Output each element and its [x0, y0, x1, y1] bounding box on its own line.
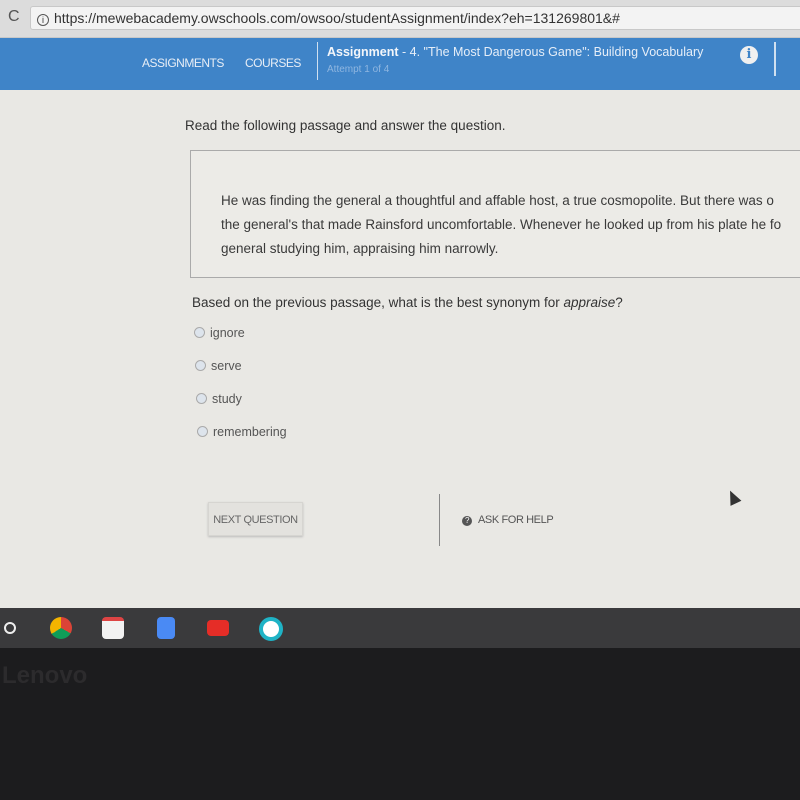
- radio-button[interactable]: [195, 360, 206, 371]
- divider: [439, 494, 440, 546]
- help-icon: ?: [462, 516, 472, 526]
- top-nav: ASSIGNMENTS COURSES Assignment - 4. "The…: [0, 38, 800, 90]
- nav-assignments[interactable]: ASSIGNMENTS: [142, 56, 224, 70]
- option-ignore[interactable]: ignore: [194, 326, 245, 340]
- question-word: appraise: [563, 295, 616, 310]
- mouse-cursor-icon: [724, 488, 742, 506]
- lenovo-logo: Lenovo: [2, 662, 88, 689]
- browser-toolbar: C i https://mewebacademy.owschools.com/ow…: [0, 0, 800, 38]
- gmail-icon[interactable]: [102, 617, 124, 639]
- docs-icon[interactable]: [157, 617, 175, 639]
- option-label: remembering: [213, 425, 287, 439]
- address-bar[interactable]: i https://mewebacademy.owschools.com/owso…: [30, 6, 800, 30]
- attempt-count: Attempt 1 of 4: [327, 64, 390, 75]
- taskbar: [0, 608, 800, 648]
- question-prefix: Based on the previous passage, what is t…: [192, 295, 564, 310]
- option-serve[interactable]: serve: [195, 359, 242, 373]
- radio-button[interactable]: [197, 426, 208, 437]
- play-store-icon[interactable]: [259, 617, 283, 641]
- assignment-label: Assignment: [327, 45, 399, 59]
- launcher-icon[interactable]: [4, 622, 16, 634]
- assignment-title: Assignment - 4. "The Most Dangerous Game…: [327, 45, 703, 59]
- url-text: https://mewebacademy.owschools.com/owsoo…: [54, 10, 620, 26]
- reload-icon[interactable]: C: [8, 8, 20, 26]
- ask-for-help-button[interactable]: ? ASK FOR HELP: [462, 514, 554, 526]
- option-study[interactable]: study: [196, 392, 242, 406]
- option-label: ignore: [210, 326, 245, 340]
- youtube-icon[interactable]: [207, 620, 229, 636]
- site-info-icon[interactable]: i: [37, 14, 49, 26]
- radio-button[interactable]: [196, 393, 207, 404]
- help-label: ASK FOR HELP: [478, 514, 554, 526]
- option-remembering[interactable]: remembering: [197, 425, 287, 439]
- passage-line: general studying him, appraising him nar…: [221, 241, 499, 256]
- question-text: Based on the previous passage, what is t…: [192, 295, 623, 310]
- nav-divider: [317, 42, 318, 80]
- instructions: Read the following passage and answer th…: [185, 118, 506, 133]
- chrome-icon[interactable]: [50, 617, 72, 639]
- nav-courses[interactable]: COURSES: [245, 56, 301, 70]
- question-suffix: ?: [615, 295, 623, 310]
- passage-line: the general's that made Rainsford uncomf…: [221, 217, 782, 232]
- passage-line: He was finding the general a thoughtful …: [221, 193, 774, 208]
- radio-button[interactable]: [194, 327, 205, 338]
- passage-box: He was finding the general a thoughtful …: [190, 150, 800, 278]
- next-question-button[interactable]: NEXT QUESTION: [208, 502, 303, 536]
- nav-divider-right: [774, 42, 776, 76]
- screen: C i https://mewebacademy.owschools.com/ow…: [0, 0, 800, 648]
- option-label: study: [212, 392, 242, 406]
- assignment-name: - 4. "The Most Dangerous Game": Building…: [398, 45, 704, 59]
- option-label: serve: [211, 359, 242, 373]
- info-icon[interactable]: i: [740, 46, 758, 64]
